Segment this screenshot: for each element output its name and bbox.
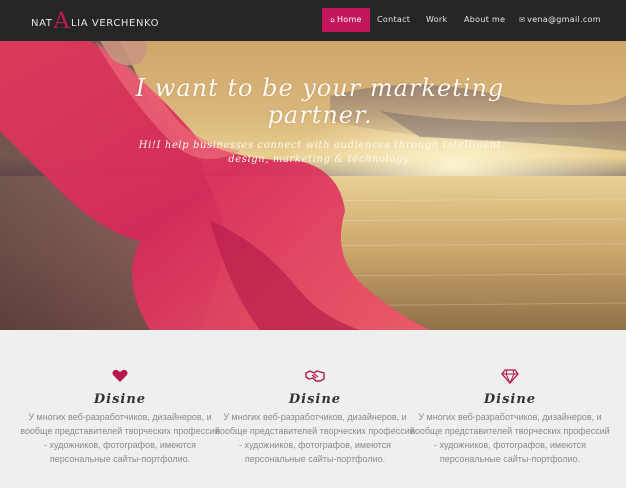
home-icon: ⌂ (330, 16, 335, 24)
nav-about-label: About me (464, 15, 506, 24)
feature-text: У многих веб-разработчиков, дизайнеров, … (410, 412, 610, 464)
feature-title: Disine (93, 392, 147, 407)
handshake-icon (215, 369, 415, 387)
nav-home-label: Home (336, 15, 362, 24)
hero-banner: I want to be your marketing partner. Hi!… (0, 41, 626, 330)
features-section: Disine У многих веб-разработчиков, дизай… (0, 330, 626, 488)
diamond-icon (410, 369, 610, 387)
envelope-icon: ✉ (519, 16, 526, 24)
nav-work-link[interactable]: Work (426, 8, 447, 32)
brand-initial: A (53, 9, 70, 34)
nav-email-link[interactable]: ✉ vena@gmail.com (519, 8, 601, 32)
navbar: NAT A LIA VERCHENKO ⌂ Home Contact Work A… (0, 0, 626, 41)
feature-text: У многих веб-разработчиков, дизайнеров, … (20, 412, 220, 464)
nav-contact-label: Contact (377, 15, 411, 24)
feature-text: У многих веб-разработчиков, дизайнеров, … (215, 412, 415, 464)
heart-icon (20, 369, 220, 387)
nav-home-link[interactable]: ⌂ Home (322, 8, 370, 32)
hero-subtitle: Hi!I help businesses connect with audien… (138, 140, 502, 165)
hero-title: I want to be your marketing partner. (135, 74, 505, 129)
nav-contact-link[interactable]: Contact (377, 8, 410, 32)
nav-about-link[interactable]: About me (464, 8, 505, 32)
nav-work-label: Work (426, 15, 448, 24)
brand-logo[interactable]: NAT A LIA VERCHENKO (31, 9, 159, 33)
brand-text-start: NAT (31, 18, 53, 29)
feature-title: Disine (288, 392, 342, 407)
brand-text-end: LIA VERCHENKO (70, 18, 160, 29)
feature-title: Disine (483, 392, 537, 407)
nav-email-label: vena@gmail.com (527, 15, 601, 24)
